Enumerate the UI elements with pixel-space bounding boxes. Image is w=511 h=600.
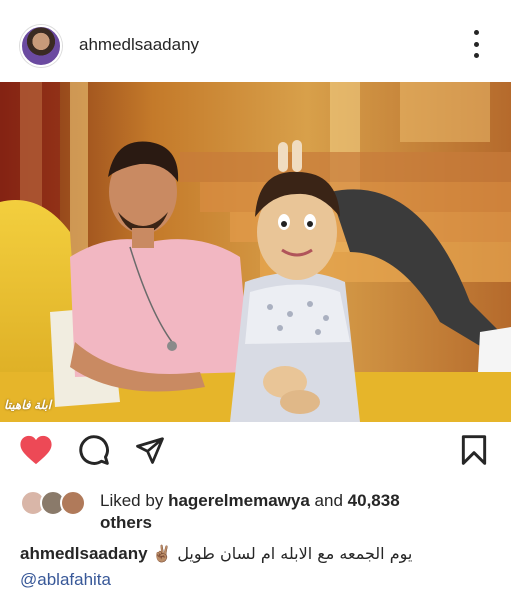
caption-username[interactable]: ahmedlsaadany [20, 544, 148, 563]
likes-summary[interactable]: Liked by hagerelmemawya and 40,838 other… [20, 488, 490, 534]
heart-icon [20, 435, 52, 465]
profile-avatar[interactable] [20, 25, 62, 67]
likes-middle: and [314, 491, 343, 510]
liker-avatars [20, 490, 90, 516]
comment-icon [79, 435, 109, 465]
comment-button[interactable] [76, 432, 112, 468]
liker-avatar [60, 490, 86, 516]
likes-suffix[interactable]: others [100, 513, 152, 532]
share-icon [136, 437, 164, 464]
liker-username[interactable]: hagerelmemawya [168, 491, 310, 510]
share-button[interactable] [132, 432, 168, 468]
caption-text: ✌🏽 يوم الجمعه مع الابله ام لسان طويل [152, 544, 413, 563]
action-bar [0, 432, 511, 476]
likes-text: Liked by hagerelmemawya and 40,838 other… [100, 490, 480, 534]
likes-count[interactable]: 40,838 [348, 491, 400, 510]
post-image[interactable]: ابلة فاهيتا [0, 82, 511, 422]
like-button[interactable] [18, 432, 54, 468]
caption-mention[interactable]: @ablafahita [20, 567, 500, 593]
post-username[interactable]: ahmedlsaadany [79, 35, 199, 55]
image-watermark: ابلة فاهيتا [4, 398, 52, 412]
post-header: ahmedlsaadany [0, 0, 511, 82]
likes-prefix: Liked by [100, 491, 164, 510]
post-photo-illustration [0, 82, 511, 422]
more-options-icon[interactable] [468, 30, 484, 58]
post-caption: ahmedlsaadany ✌🏽 يوم الجمعه مع الابله ام… [20, 541, 500, 593]
bookmark-icon [461, 435, 487, 465]
save-button[interactable] [456, 432, 492, 468]
